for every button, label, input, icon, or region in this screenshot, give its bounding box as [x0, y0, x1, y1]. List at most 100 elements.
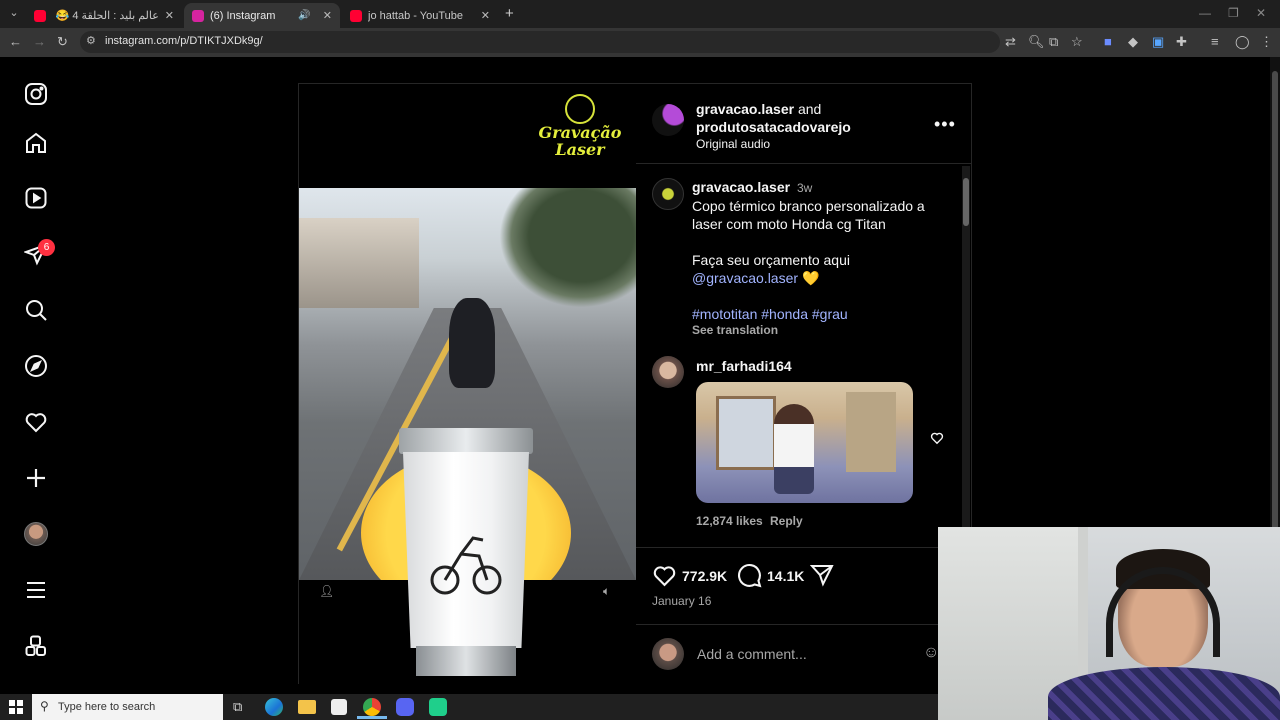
maximize-button[interactable]: ❐ [1228, 6, 1239, 20]
back-icon[interactable]: ← [9, 34, 22, 50]
browser-tab[interactable]: عالم بليد : الحلقة 4 😂 دخلنا غرفة ✕ [26, 3, 182, 28]
commenter-username[interactable]: mr_farhadi164 [696, 358, 792, 374]
author-username[interactable]: gravacao.laser [696, 101, 794, 117]
taskbar-active-indicator [357, 716, 387, 719]
caption-avatar[interactable] [652, 178, 684, 210]
tab-title: jo hattab - YouTube [368, 9, 464, 22]
tumbler-cup [399, 428, 533, 676]
buildings [299, 218, 419, 308]
windows-start-icon[interactable] [9, 700, 23, 714]
address-bar[interactable]: ⚙ instagram.com/p/DTIKTJXDk9g/ [80, 31, 1000, 53]
tab-title: (6) Instagram [210, 9, 276, 22]
search-icon[interactable] [22, 296, 50, 324]
edge-icon[interactable] [265, 698, 283, 716]
media-controls-icon[interactable]: ≡ [1211, 34, 1219, 50]
post-video[interactable]: Gravação Laser 👤︎ 🔈︎ [299, 84, 636, 684]
logo-text-line2: Laser [555, 140, 605, 159]
extension-icon[interactable]: ■ [1104, 34, 1112, 50]
audio-label[interactable]: Original audio [696, 137, 926, 151]
comment-reply-button[interactable]: Reply [770, 514, 803, 528]
current-user-avatar [652, 638, 684, 670]
instagram-icon[interactable] [22, 80, 50, 108]
extension-icon[interactable]: ▣ [1152, 34, 1164, 50]
store-icon[interactable] [331, 699, 347, 715]
explore-icon[interactable] [22, 352, 50, 380]
bookmark-star-icon[interactable]: ☆ [1071, 34, 1083, 50]
volume-icon[interactable]: 🔈︎ [603, 584, 610, 599]
forward-icon[interactable]: → [33, 34, 46, 50]
search-icon: ⚲ [40, 699, 49, 713]
youtube-favicon-icon [350, 9, 362, 22]
person-shirt [1048, 667, 1280, 720]
author-avatar[interactable] [652, 104, 684, 136]
close-window-button[interactable]: ✕ [1256, 6, 1266, 20]
commenter-avatar[interactable] [652, 356, 684, 388]
file-explorer-icon[interactable] [298, 700, 316, 714]
post-date: January 16 [652, 594, 712, 608]
chrome-icon[interactable] [363, 698, 381, 716]
comment-gif[interactable] [696, 382, 913, 503]
profile-icon[interactable]: ◯ [1235, 34, 1250, 50]
url-text: instagram.com/p/DTIKTJXDk9g/ [105, 35, 263, 47]
app-icon[interactable] [429, 698, 447, 716]
post-details-panel: gravacao.laser and produtosatacadovarejo… [636, 84, 971, 684]
like-button[interactable] [652, 563, 677, 593]
notification-badge: 6 [38, 239, 55, 256]
caption-author[interactable]: gravacao.laser [692, 179, 790, 195]
scrollbar[interactable] [962, 166, 970, 546]
caption-text-line2: Faça seu orçamento aqui [692, 252, 850, 268]
add-comment-input[interactable]: Add a comment... [697, 646, 807, 662]
likes-count[interactable]: 772.9K [682, 568, 727, 584]
caption-age: 3w [796, 181, 813, 195]
task-view-icon[interactable]: ⧉ [233, 699, 242, 715]
discord-icon[interactable] [396, 698, 414, 716]
header-connector: and [797, 101, 822, 117]
emoji-picker-icon[interactable]: ☺ [923, 644, 939, 662]
home-icon[interactable] [22, 129, 50, 157]
trees [499, 188, 636, 308]
menu-icon[interactable] [22, 576, 50, 604]
extensions-puzzle-icon[interactable]: ✚ [1176, 34, 1187, 50]
browser-tab[interactable]: jo hattab - YouTube ✕ [342, 3, 498, 28]
close-tab-icon[interactable]: ✕ [165, 9, 174, 22]
see-translation-link[interactable]: See translation [692, 323, 954, 337]
motorcycle-rider [449, 298, 495, 388]
header-divider [636, 163, 971, 164]
create-icon[interactable] [22, 464, 50, 492]
instagram-favicon-icon [192, 9, 204, 22]
reload-icon[interactable]: ↻ [57, 34, 68, 50]
tab-search-button[interactable]: ⌄ [6, 6, 22, 22]
reels-icon[interactable] [22, 184, 50, 212]
user-tag-icon[interactable]: 👤︎ [319, 584, 334, 598]
motorcycle-engraving [429, 528, 503, 600]
search-placeholder: Type here to search [58, 701, 156, 713]
share-button[interactable] [809, 563, 834, 592]
profile-avatar[interactable] [22, 520, 50, 548]
extension-icon[interactable]: ◆ [1128, 34, 1138, 50]
translate-icon[interactable]: ⇄ [1005, 34, 1016, 50]
comment-like-icon[interactable] [930, 431, 944, 450]
close-tab-icon[interactable]: ✕ [323, 9, 332, 22]
new-tab-button[interactable]: + [505, 5, 514, 22]
more-options-icon[interactable]: ••• [934, 114, 956, 135]
more-apps-icon[interactable] [22, 632, 50, 660]
caption-mention[interactable]: @gravacao.laser [692, 270, 798, 286]
caption-hashtags[interactable]: #mototitan #honda #grau [692, 305, 954, 323]
comments-count[interactable]: 14.1K [767, 568, 804, 584]
zoom-icon[interactable]: 🔍︎ [1028, 34, 1045, 50]
actions-divider [636, 547, 971, 548]
speaker-icon[interactable]: 🔊 [298, 10, 310, 21]
comment-button[interactable] [737, 563, 762, 593]
add-comment-divider [636, 624, 971, 625]
chrome-menu-icon[interactable]: ⋮ [1260, 34, 1273, 50]
comment-likes-count[interactable]: 12,874 likes [696, 514, 763, 528]
close-tab-icon[interactable]: ✕ [481, 9, 490, 22]
browser-tab[interactable]: (6) Instagram 🔊 ✕ [184, 3, 340, 28]
minimize-button[interactable]: — [1199, 6, 1211, 20]
taskbar-search-box[interactable]: ⚲ Type here to search [32, 694, 223, 720]
site-info-icon[interactable]: ⚙ [86, 34, 96, 47]
browser-tab-strip: ⌄ عالم بليد : الحلقة 4 😂 دخلنا غرفة ✕ (6… [0, 0, 1280, 28]
coauthor-username[interactable]: produtosatacadovarejo [696, 118, 926, 136]
heart-icon[interactable] [22, 408, 50, 436]
install-app-icon[interactable]: ⧉ [1049, 34, 1058, 50]
